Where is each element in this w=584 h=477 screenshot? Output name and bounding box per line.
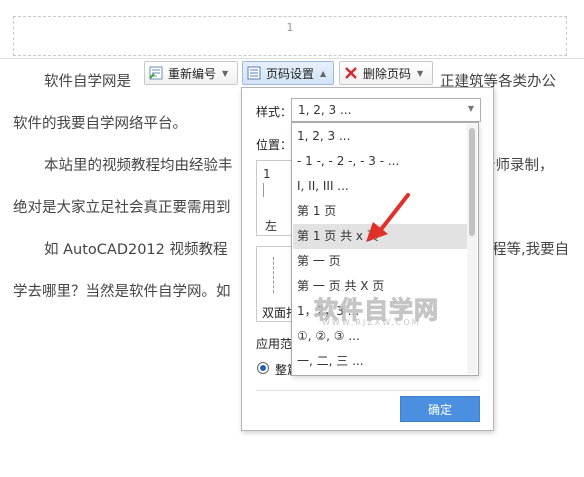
dropdown-option[interactable]: - 1 -, - 2 -, - 3 - ...	[293, 149, 467, 174]
dropdown-scrollbar[interactable]	[467, 124, 477, 374]
style-select[interactable]: 1, 2, 3 ... ▼	[291, 98, 481, 122]
dropdown-option[interactable]: 一, 二, 三 ...	[293, 349, 467, 374]
watermark-url: WWW.RJZXW.COM	[322, 318, 421, 327]
position-preview-top[interactable]: 1 左	[256, 160, 296, 236]
style-select-value: 1, 2, 3 ...	[298, 103, 352, 117]
paragraph-line: 本站里的视频教程均由经验丰	[44, 158, 233, 174]
preview-line	[263, 183, 264, 197]
delete-label: 删除页码	[363, 66, 412, 81]
page-number: 1	[286, 21, 294, 34]
paragraph-line: 软件的我要自学网络平台。	[13, 116, 187, 132]
header-divider	[0, 58, 584, 59]
renumber-button[interactable]: 重新编号 ▼	[144, 61, 238, 85]
delete-page-number-button[interactable]: 删除页码 ▼	[339, 61, 433, 85]
paragraph-line: 绝对是大家立足社会真正要需用到	[13, 200, 231, 216]
pointer-arrow-icon	[366, 193, 410, 242]
renumber-label: 重新编号	[168, 66, 217, 81]
page-settings-button[interactable]: 页码设置 ▲	[242, 61, 334, 85]
dropdown-option[interactable]: 1, 2, 3 ...	[293, 124, 467, 149]
position-label: 位置：	[256, 138, 293, 152]
page-settings-icon	[247, 66, 261, 80]
paragraph-line: 程等,我要自	[492, 242, 570, 258]
scrollbar-thumb[interactable]	[469, 128, 475, 236]
preview-gutter	[273, 257, 274, 293]
preview-number: 1	[263, 167, 271, 181]
delete-icon	[344, 66, 358, 80]
apply-range-label: 应用范	[256, 337, 293, 351]
paragraph-line: 如 AutoCAD2012 视频教程	[44, 242, 228, 258]
preview-left-label: 左	[265, 219, 278, 233]
chevron-down-icon: ▼	[467, 104, 474, 113]
dropdown-option[interactable]: ①, ②, ③ ...	[293, 324, 467, 349]
chevron-down-icon: ▼	[417, 68, 424, 78]
style-dropdown-list: 1, 2, 3 ... - 1 -, - 2 -, - 3 - ... I, I…	[291, 122, 479, 376]
chevron-up-icon: ▲	[320, 68, 327, 78]
style-label: 样式：	[256, 105, 293, 119]
paragraph-line: 软件自学网是	[44, 74, 131, 90]
page-settings-label: 页码设置	[266, 66, 315, 81]
renumber-icon	[149, 66, 163, 80]
dropdown-option[interactable]: 第 一 页	[293, 249, 467, 274]
divider	[256, 390, 480, 391]
paragraph-line: 学去哪里？当然是软件自学网。如	[13, 284, 231, 300]
ok-button[interactable]: 确定	[400, 396, 480, 422]
page-header-area[interactable]: 1	[13, 16, 567, 56]
whole-document-radio[interactable]	[257, 362, 269, 374]
chevron-down-icon: ▼	[222, 68, 229, 78]
